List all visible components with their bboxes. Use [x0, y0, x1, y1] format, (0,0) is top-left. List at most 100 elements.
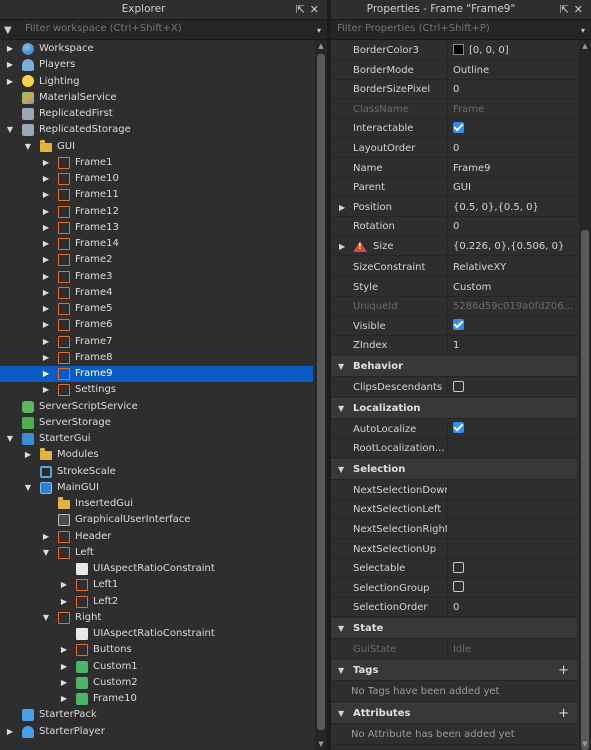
expand-arrow-icon[interactable]: ▶ [41, 382, 51, 398]
tree-item[interactable]: ▶ Frame4 [0, 285, 313, 301]
property-value[interactable] [449, 540, 577, 559]
property-row[interactable]: ClipsDescendants [331, 378, 577, 397]
collapse-arrow-icon[interactable]: ▼ [23, 139, 33, 155]
collapse-arrow-icon[interactable]: ▼ [5, 431, 15, 447]
tree-item[interactable]: ▼ GUI [0, 139, 313, 155]
section-header[interactable]: ▼ Behavior [331, 356, 577, 377]
tree-item[interactable]: ▶ Frame10 [0, 691, 313, 707]
tree-item[interactable]: ▶ Frame7 [0, 334, 313, 350]
tree-item[interactable]: ▶ Frame14 [0, 236, 313, 252]
property-row[interactable]: LayoutOrder 0 [331, 139, 577, 158]
section-header[interactable]: ▼ Selection [331, 458, 577, 480]
property-row[interactable]: ▶ Position {0.5, 0},{0.5, 0} [331, 197, 577, 217]
property-row[interactable]: NextSelectionRight [331, 520, 577, 539]
property-row[interactable]: BorderSizePixel 0 [331, 80, 577, 100]
property-value[interactable] [449, 481, 577, 500]
property-value[interactable]: 0 [449, 139, 577, 158]
property-value[interactable]: Idle [449, 640, 577, 659]
explorer-scroll-thumb[interactable] [317, 54, 325, 730]
tree-item[interactable]: ▶ Frame1 [0, 155, 313, 171]
tree-item[interactable]: ▶ Left1 [0, 577, 313, 593]
tree-item[interactable]: ▶ Frame6 [0, 317, 313, 333]
property-row[interactable]: ▶Size{0.226, 0},{0.506, 0} [331, 237, 577, 256]
undock-icon[interactable]: ⇱ [296, 3, 305, 16]
expand-arrow-icon[interactable]: ▶ [41, 155, 51, 171]
collapse-arrow-icon[interactable]: ▼ [338, 618, 344, 639]
tree-item[interactable]: ▼ Left [0, 545, 313, 561]
property-row[interactable]: NextSelectionLeft [331, 500, 577, 520]
property-row[interactable]: Rotation 0 [331, 217, 577, 237]
expand-arrow-icon[interactable]: ▶ [41, 187, 51, 203]
property-row[interactable]: NextSelectionUp [331, 539, 577, 559]
property-value[interactable] [449, 439, 577, 458]
expand-arrow-icon[interactable]: ▶ [5, 74, 15, 90]
property-value[interactable]: 1 [449, 336, 577, 355]
expand-arrow-icon[interactable]: ▶ [41, 204, 51, 220]
chevron-down-icon[interactable]: ▾ [581, 24, 585, 37]
tree-item[interactable]: GraphicalUserInterface [0, 512, 313, 528]
filter-icon[interactable]: ▼ [4, 24, 12, 37]
checkbox-unchecked[interactable] [453, 561, 464, 573]
tree-item[interactable]: StarterPack [0, 707, 313, 723]
expand-arrow-icon[interactable]: ▶ [41, 252, 51, 268]
property-row[interactable]: UniqueId 5286d59c019a0fd206... [331, 297, 577, 317]
collapse-arrow-icon[interactable]: ▼ [338, 703, 344, 724]
tree-item[interactable]: ▶ Frame9 [0, 366, 313, 382]
collapse-arrow-icon[interactable]: ▼ [338, 398, 344, 419]
expand-arrow-icon[interactable]: ▶ [5, 57, 15, 73]
tree-item[interactable]: ▼ StarterGui [0, 431, 313, 447]
checkbox-unchecked[interactable] [453, 581, 464, 593]
expand-arrow-icon[interactable]: ▶ [41, 269, 51, 285]
tree-item[interactable]: ▶ Custom1 [0, 659, 313, 675]
property-value[interactable]: Custom [449, 278, 577, 297]
property-row[interactable]: SelectionOrder 0 [331, 598, 577, 618]
expand-arrow-icon[interactable]: ▶ [59, 594, 69, 610]
tree-item[interactable]: ▶ Header [0, 529, 313, 545]
property-value[interactable]: RelativeXY [449, 258, 577, 277]
explorer-filter-input[interactable] [25, 23, 311, 34]
tree-item[interactable]: ▶ Frame13 [0, 220, 313, 236]
add-icon[interactable]: + [558, 660, 569, 681]
property-value[interactable]: [0, 0, 0] [449, 41, 577, 60]
tree-item[interactable]: ReplicatedFirst [0, 106, 313, 122]
tree-item[interactable]: ▶ Modules [0, 447, 313, 463]
property-row[interactable]: SizeConstraint RelativeXY [331, 258, 577, 277]
collapse-arrow-icon[interactable]: ▼ [338, 660, 344, 681]
scroll-down-icon[interactable]: ▼ [579, 740, 591, 748]
chevron-down-icon[interactable]: ▾ [317, 24, 321, 37]
expand-arrow-icon[interactable]: ▶ [5, 724, 15, 740]
tree-item[interactable]: ▼ MainGUI [0, 480, 313, 496]
property-row[interactable]: Style Custom [331, 277, 577, 297]
tree-item[interactable]: InsertedGui [0, 496, 313, 512]
scroll-up-icon[interactable]: ▲ [315, 42, 327, 50]
properties-scroll-thumb[interactable] [581, 230, 589, 750]
collapse-arrow-icon[interactable]: ▼ [41, 545, 51, 561]
tree-item[interactable]: ▶ Frame5 [0, 301, 313, 317]
expand-arrow-icon[interactable]: ▶ [5, 41, 15, 57]
expand-arrow-icon[interactable]: ▶ [59, 577, 69, 593]
tree-item[interactable]: ▶ Lighting [0, 74, 313, 90]
property-value[interactable]: Frame [449, 100, 577, 119]
expand-arrow-icon[interactable]: ▶ [41, 366, 51, 382]
checkbox-unchecked[interactable] [453, 380, 464, 392]
expand-arrow-icon[interactable]: ▶ [59, 659, 69, 675]
tree-item[interactable]: ▶ Workspace [0, 41, 313, 57]
expand-arrow-icon[interactable]: ▶ [41, 350, 51, 366]
section-header[interactable]: ▼ State [331, 618, 577, 639]
expand-arrow-icon[interactable]: ▶ [59, 691, 69, 707]
expand-arrow-icon[interactable]: ▶ [41, 285, 51, 301]
property-row[interactable]: BorderMode Outline [331, 60, 577, 80]
expand-arrow-icon[interactable]: ▶ [23, 447, 33, 463]
property-row[interactable]: NextSelectionDown [331, 480, 577, 500]
tree-item[interactable]: UIAspectRatioConstraint [0, 626, 313, 642]
expand-arrow-icon[interactable]: ▶ [41, 236, 51, 252]
expand-arrow-icon[interactable]: ▶ [41, 171, 51, 187]
property-row[interactable]: Name Frame9 [331, 158, 577, 178]
tree-item[interactable]: ▶ Frame3 [0, 269, 313, 285]
property-value[interactable]: Frame9 [449, 159, 577, 178]
tree-item[interactable]: ▼ Right [0, 610, 313, 626]
property-row[interactable]: Visible [331, 316, 577, 336]
tree-item[interactable]: ▶ Frame2 [0, 252, 313, 268]
collapse-arrow-icon[interactable]: ▼ [23, 480, 33, 496]
scroll-up-icon[interactable]: ▲ [579, 42, 591, 50]
